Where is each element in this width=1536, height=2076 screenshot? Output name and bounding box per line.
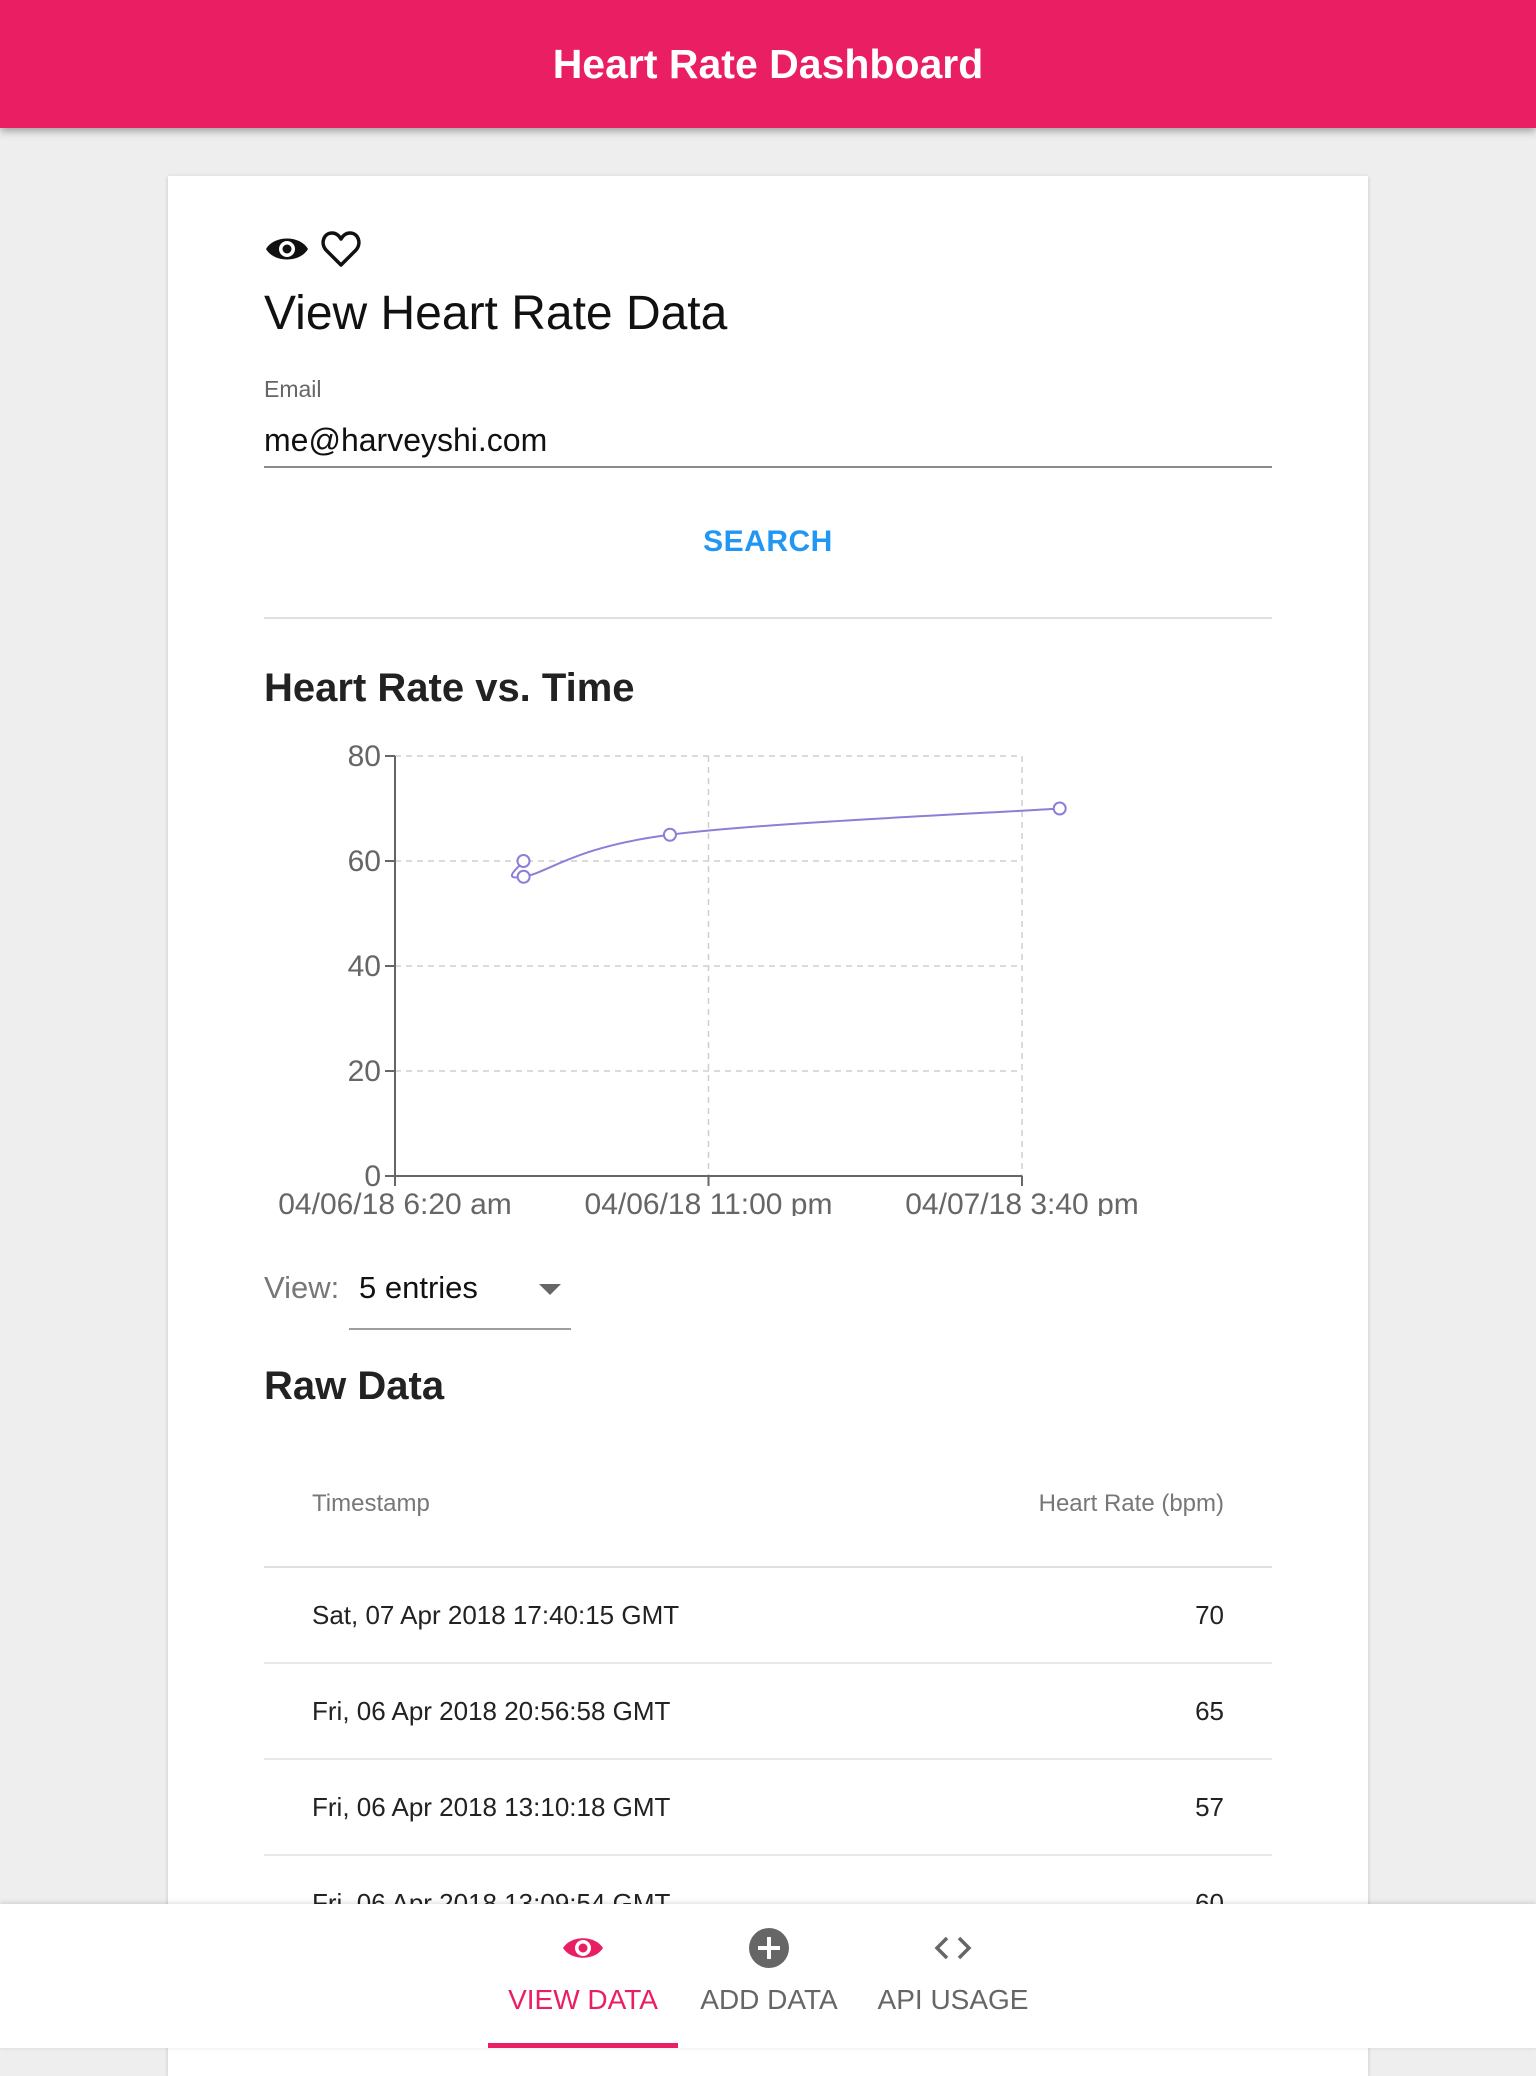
- x-tick-label: 04/06/18 6:20 am: [278, 1188, 512, 1216]
- bottom-navigation: VIEW DATA ADD DATA API USAGE: [0, 1904, 1536, 2048]
- view-data-card: View Heart Rate Data Email SEARCH Heart …: [168, 176, 1368, 2076]
- raw-data-title: Raw Data: [264, 1364, 445, 1408]
- nav-label: VIEW DATA: [508, 1984, 658, 2015]
- code-icon: [931, 1926, 975, 1970]
- app-title: Heart Rate Dashboard: [552, 40, 984, 87]
- series-line: [511, 807, 1060, 879]
- table-row[interactable]: Sat, 07 Apr 2018 17:40:15 GMT 70: [264, 1568, 1272, 1664]
- nav-view-data[interactable]: VIEW DATA: [488, 1904, 678, 2048]
- nav-add-data[interactable]: ADD DATA: [674, 1904, 864, 2048]
- eye-icon: [264, 228, 308, 270]
- add-circle-icon: [747, 1926, 791, 1970]
- column-header-timestamp: Timestamp: [312, 1490, 430, 1517]
- heart-rate-cell: 70: [1195, 1600, 1224, 1630]
- view-entries-row: View: 5 entries: [264, 1258, 571, 1330]
- header-icons: [264, 228, 362, 270]
- heart-rate-cell: 57: [1195, 1792, 1224, 1822]
- data-point: [662, 827, 677, 842]
- timestamp-cell: Sat, 07 Apr 2018 17:40:15 GMT: [312, 1600, 680, 1630]
- chart-title: Heart Rate vs. Time: [264, 666, 635, 710]
- x-tick-label: 04/07/18 3:40 pm: [905, 1188, 1139, 1216]
- timestamp-cell: Fri, 06 Apr 2018 20:56:58 GMT: [312, 1696, 671, 1726]
- table-row[interactable]: Fri, 06 Apr 2018 13:10:18 GMT 57: [264, 1760, 1272, 1856]
- nav-label: ADD DATA: [700, 1984, 838, 2015]
- divider: [264, 617, 1272, 619]
- email-label: Email: [264, 376, 322, 402]
- nav-label: API USAGE: [877, 1984, 1029, 2015]
- search-button[interactable]: SEARCH: [600, 508, 936, 576]
- heart-rate-cell: 65: [1195, 1696, 1224, 1726]
- nav-api-usage[interactable]: API USAGE: [858, 1904, 1048, 2048]
- dropdown-arrow-icon: [539, 1284, 561, 1295]
- app-bar: Heart Rate Dashboard: [0, 0, 1536, 128]
- table-header: Timestamp Heart Rate (bpm): [264, 1446, 1272, 1568]
- entries-select-value: 5 entries: [359, 1270, 478, 1305]
- y-tick-label: 80: [348, 740, 381, 773]
- data-point: [516, 869, 531, 884]
- timestamp-cell: Fri, 06 Apr 2018 13:10:18 GMT: [312, 1792, 671, 1822]
- heart-rate-chart: 0 20 40 60 80 04/06/18 6:20 am 04/06/18 11:00 …: [228, 736, 1308, 1221]
- chart-svg: 02040608004/06/18 6:20 am 04/06/18 11:00 …: [278, 740, 1139, 1221]
- y-tick-label: 60: [348, 845, 381, 878]
- table-row[interactable]: Fri, 06 Apr 2018 20:56:58 GMT 65: [264, 1664, 1272, 1760]
- raw-data-table: Timestamp Heart Rate (bpm) Sat, 07 Apr 2…: [264, 1446, 1272, 1952]
- y-tick-label: 20: [348, 1055, 381, 1088]
- eye-icon: [561, 1926, 605, 1970]
- column-header-heart-rate: Heart Rate (bpm): [1038, 1490, 1224, 1517]
- data-point: [1052, 801, 1067, 816]
- data-point: [516, 854, 531, 868]
- heart-outline-icon: [320, 228, 362, 270]
- view-label: View:: [264, 1270, 340, 1305]
- email-input[interactable]: [264, 414, 1272, 468]
- y-tick-label: 40: [348, 950, 381, 983]
- active-indicator: [488, 2043, 678, 2048]
- page-title: View Heart Rate Data: [264, 287, 728, 340]
- entries-select[interactable]: 5 entries: [349, 1258, 571, 1330]
- x-tick-label: 04/06/18 11:00 pm: [585, 1188, 833, 1216]
